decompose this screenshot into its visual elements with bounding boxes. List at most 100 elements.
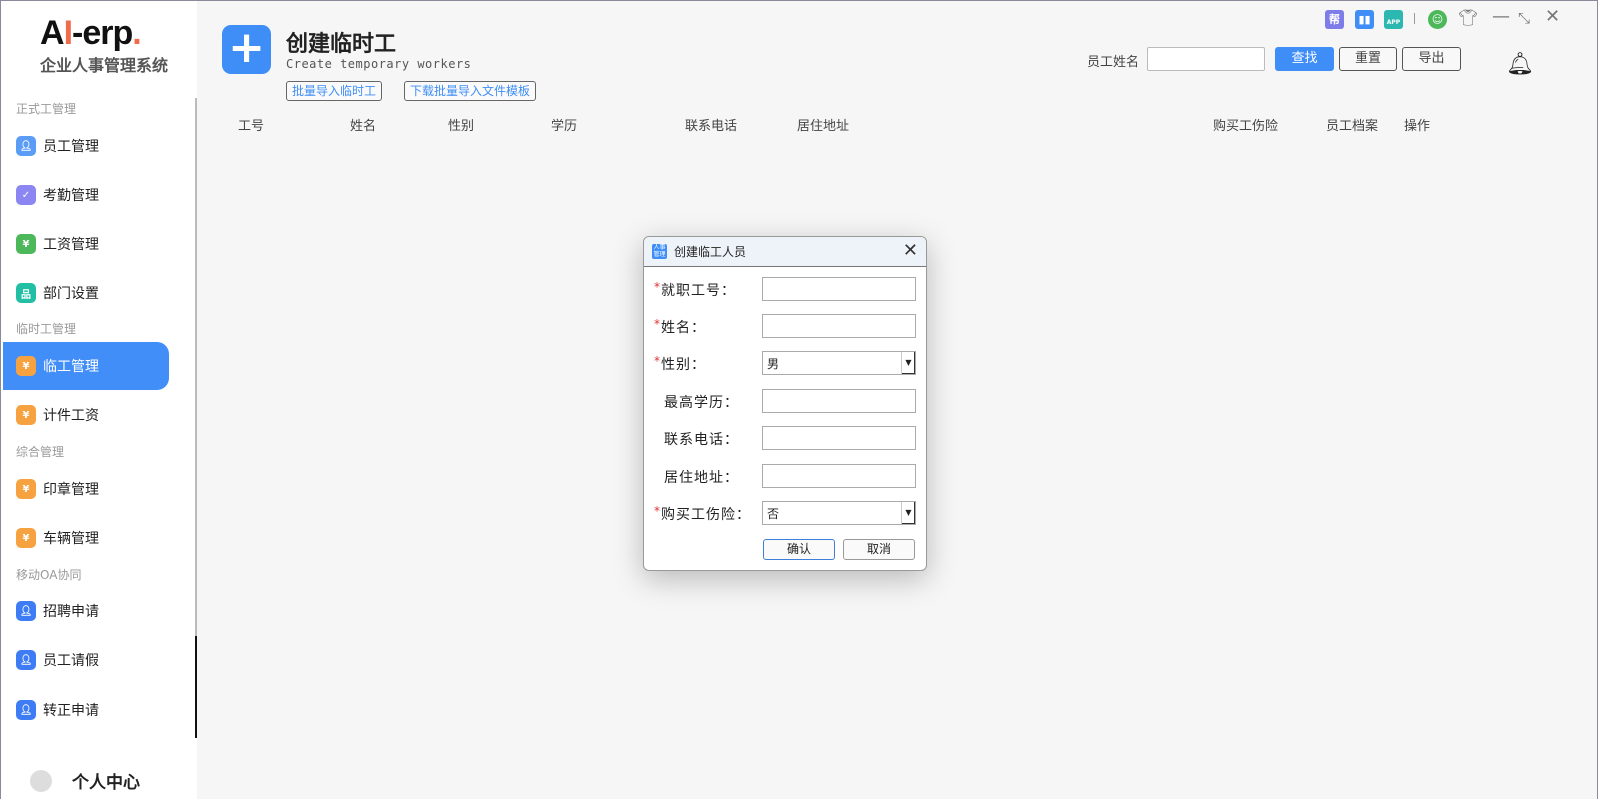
yuan-icon: ¥ (16, 234, 36, 254)
cancel-button[interactable]: 取消 (843, 539, 915, 560)
sidebar-section-label: 正式工管理 (16, 102, 77, 116)
sidebar-item[interactable]: ¥ 工资管理 (3, 220, 169, 268)
app-icon: 人事 管理 (652, 244, 667, 259)
sidebar-section-label: 综合管理 (16, 445, 65, 459)
required-mark: * (654, 280, 661, 294)
yuan-icon: ¥ (16, 528, 36, 548)
select-value: 男 (767, 357, 780, 371)
yuan-icon: ¥ (16, 356, 36, 376)
column-header: 学历 (551, 119, 578, 134)
sidebar-item[interactable]: ¥ 印章管理 (3, 465, 169, 513)
avatar (30, 769, 52, 792)
sidebar-item-label: 转正申请 (43, 703, 99, 719)
page-title: 创建临时工 (286, 32, 397, 57)
download-template-button[interactable]: 下载批量导入文件模板 (404, 81, 537, 101)
form-row: *姓名： (644, 314, 926, 338)
form-input[interactable] (762, 314, 916, 338)
sidebar-item[interactable]: 👤︎ 转正申请 (3, 686, 169, 734)
close-icon[interactable]: ✕ (903, 240, 918, 261)
form-select[interactable]: 男 ▼ (762, 351, 916, 375)
sidebar-item-label: 部门设置 (43, 286, 99, 302)
yuan-icon: ¥ (16, 405, 36, 425)
sidebar-item[interactable]: ¥ 计件工资 (3, 391, 169, 439)
bell-icon[interactable]: 🔔︎ (1506, 52, 1534, 77)
form-row: 最高学历： (644, 389, 926, 413)
column-header: 操作 (1404, 119, 1431, 134)
form-input[interactable] (762, 277, 916, 301)
confirm-button[interactable]: 确认 (763, 539, 835, 560)
form-label: *姓名： (654, 317, 706, 336)
export-button[interactable]: 导出 (1402, 47, 1461, 71)
sidebar-item[interactable]: 👤︎ 招聘申请 (3, 587, 169, 635)
sidebar-item-label: 员工管理 (43, 139, 99, 155)
sidebar: AI-erp. 企业人事管理系统 正式工管理 临时工管理 综合管理 移动OA协同 👤︎ 员… (0, 0, 197, 799)
required-mark: * (654, 317, 661, 331)
form-row: 联系电话： (644, 426, 926, 450)
form-input[interactable] (762, 426, 916, 450)
form-label: *购买工伤险： (654, 504, 751, 523)
form-label: 联系电话： (664, 432, 739, 448)
batch-import-button[interactable]: 批量导入临时工 (286, 81, 383, 101)
close-window-icon[interactable]: ✕ (1545, 6, 1560, 27)
form-label: 居住地址： (664, 470, 739, 486)
page-subtitle: Create temporary workers (286, 57, 472, 71)
sidebar-item[interactable]: ¥ 车辆管理 (3, 514, 169, 562)
logo: AI-erp. (40, 14, 142, 52)
sidebar-item-label: 临工管理 (43, 359, 99, 375)
user-regular-icon: 👤︎ (16, 700, 36, 720)
form-row: *购买工伤险：否 ▼ (644, 501, 926, 525)
dropdown-arrow-icon[interactable]: ▼ (901, 502, 915, 524)
chart-icon[interactable]: ▮▮ (1355, 10, 1374, 29)
user-apply-icon: 👤︎ (16, 601, 36, 621)
sidebar-item[interactable]: ¥ 临工管理 (3, 342, 169, 390)
form-row: 居住地址： (644, 464, 926, 488)
sidebar-scrollbar-thumb[interactable] (195, 636, 197, 738)
select-value: 否 (767, 507, 780, 521)
required-mark: * (654, 354, 661, 368)
column-header: 姓名 (350, 119, 377, 134)
personal-center[interactable]: 个人中心 (30, 768, 140, 793)
sidebar-item[interactable]: 品部门设置 (3, 269, 169, 317)
search-button[interactable]: 查找 (1275, 47, 1334, 71)
help-icon[interactable]: 帮 (1325, 10, 1344, 29)
location-check-icon: ✓ (16, 185, 36, 205)
form-row: *性别：男 ▼ (644, 351, 926, 375)
required-mark: * (654, 504, 661, 518)
column-header: 购买工伤险 (1213, 119, 1279, 134)
minimize-icon[interactable]: — (1492, 6, 1510, 27)
sidebar-item-label: 招聘申请 (43, 604, 99, 620)
form-select[interactable]: 否 ▼ (762, 501, 916, 525)
dialog-titlebar: 人事 管理 创建临工人员 (644, 237, 926, 267)
yuan-icon: ¥ (16, 479, 36, 499)
personal-center-label: 个人中心 (72, 773, 140, 793)
toolbar-divider (1414, 13, 1415, 24)
dialog-title: 创建临工人员 (674, 245, 747, 259)
sidebar-item-label: 计件工资 (43, 408, 99, 424)
sidebar-item-label: 员工请假 (43, 653, 99, 669)
dropdown-arrow-icon[interactable]: ▼ (901, 352, 915, 374)
form-input[interactable] (762, 464, 916, 488)
android-app-icon[interactable]: APP (1384, 10, 1403, 29)
skin-shirt-icon[interactable]: 👕︎ (1458, 8, 1478, 27)
sidebar-item-label: 工资管理 (43, 237, 99, 253)
form-label: 最高学历： (664, 395, 739, 411)
plus-icon: + (222, 25, 271, 74)
sidebar-item-label: 印章管理 (43, 482, 99, 498)
sidebar-item[interactable]: ✓ 考勤管理 (3, 171, 169, 219)
sidebar-section-label: 临时工管理 (16, 322, 77, 336)
column-header: 工号 (238, 119, 265, 134)
sidebar-item-label: 考勤管理 (43, 188, 99, 204)
column-header: 员工档案 (1326, 119, 1379, 134)
sidebar-item[interactable]: 👤︎ 员工请假 (3, 636, 169, 684)
restore-icon[interactable]: ⤡ (1518, 9, 1530, 27)
sidebar-item-label: 车辆管理 (43, 531, 99, 547)
form-input[interactable] (762, 389, 916, 413)
reset-button[interactable]: 重置 (1339, 47, 1397, 71)
employee-name-input[interactable] (1147, 47, 1265, 71)
form-row: *就职工号： (644, 277, 926, 301)
column-header: 居住地址 (797, 119, 850, 134)
sidebar-item[interactable]: 👤︎ 员工管理 (3, 122, 169, 170)
customer-service-icon[interactable]: ☺ (1428, 10, 1447, 29)
org-chart-icon: 品 (16, 283, 36, 303)
app-subtitle: 企业人事管理系统 (40, 56, 169, 75)
